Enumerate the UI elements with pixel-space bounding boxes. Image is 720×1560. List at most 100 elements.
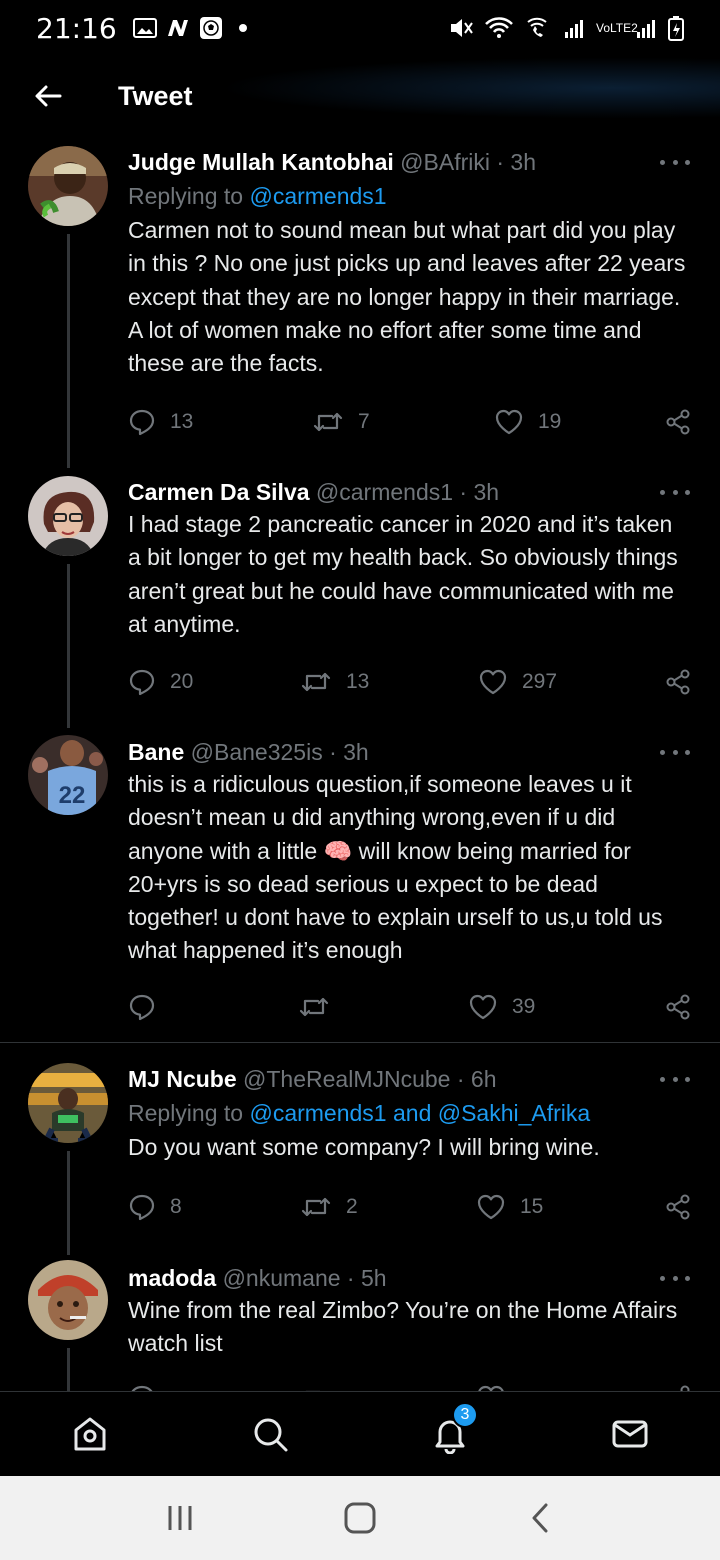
retweet-icon (313, 412, 343, 432)
page-title: Tweet (118, 80, 193, 111)
replying-prefix: Replying to (128, 183, 250, 209)
avatar[interactable] (28, 476, 108, 556)
reply-count: 20 (170, 670, 194, 693)
mute-icon (451, 19, 473, 37)
tweet-text: this is a ridiculous question,if someone… (128, 771, 663, 964)
retweet-button[interactable]: 7 (312, 410, 494, 434)
retweet-icon (301, 1197, 331, 1217)
volte-label: VoLTE2 (596, 21, 638, 35)
tweet-actions: 20 13 297 (128, 662, 694, 702)
author-handle[interactable]: @BAfriki · 3h (400, 149, 536, 175)
share-button[interactable] (664, 993, 692, 1021)
avatar[interactable]: 22 (28, 735, 108, 815)
tweet-text: Do you want some company? I will bring w… (128, 1134, 600, 1160)
home-icon (74, 1417, 106, 1451)
gallery-icon (132, 18, 157, 38)
heart-icon (495, 409, 523, 435)
like-count: 297 (522, 670, 558, 693)
share-icon (666, 994, 690, 1020)
recent-apps-button[interactable] (150, 1488, 210, 1548)
tweet-text: Wine from the real Zimbo? You’re on the … (128, 1297, 678, 1357)
share-button[interactable] (664, 668, 692, 696)
tweet-meta: Bane @Bane325is · 3h (128, 736, 690, 768)
reply-button[interactable]: 8 (128, 1193, 300, 1221)
system-back-button[interactable] (510, 1488, 570, 1548)
wifi-icon (485, 17, 513, 38)
share-icon (666, 1194, 690, 1220)
tweet-actions: 13 7 19 (128, 402, 694, 442)
home-button[interactable] (330, 1488, 390, 1548)
home-square-icon (344, 1502, 376, 1534)
like-button[interactable]: 15 (476, 1193, 664, 1221)
like-button[interactable]: 39 (468, 993, 664, 1021)
share-icon (680, 1385, 690, 1391)
status-left-icons (132, 16, 247, 40)
author-name[interactable]: MJ Ncube (128, 1066, 237, 1092)
reply-button[interactable] (128, 993, 298, 1021)
author-handle[interactable]: @Bane325is · 3h (191, 739, 369, 765)
replying-to-link[interactable]: @carmends1 (249, 183, 386, 209)
nav-notifications[interactable]: 3 (420, 1402, 480, 1464)
author-name[interactable]: Bane (128, 739, 184, 765)
tweet-3[interactable]: 22 Bane @Bane325is · 3h this is a ridicu… (0, 726, 720, 1042)
replying-to: Replying to @carmends1 and @Sakhi_Afrika (128, 1095, 690, 1131)
status-right-icons: VoLTE2 (448, 15, 684, 41)
avatar[interactable] (28, 146, 108, 226)
like-button[interactable] (476, 1384, 664, 1391)
signal-icon-2 (637, 20, 655, 38)
share-button[interactable] (664, 1193, 692, 1221)
like-button[interactable]: 19 (494, 408, 664, 436)
tweet-5[interactable]: madoda @nkumane · 5h Wine from the real … (0, 1250, 720, 1391)
back-button[interactable] (26, 74, 70, 118)
retweet-button[interactable]: 2 (300, 1195, 476, 1219)
retweet-button[interactable]: 13 (300, 670, 478, 694)
tweet-actions: 39 (128, 987, 694, 1027)
author-handle[interactable]: @TheRealMJNcube · 6h (243, 1066, 496, 1092)
tweet-actions: 8 2 15 (128, 1187, 694, 1227)
reply-button[interactable]: 20 (128, 668, 300, 696)
author-handle[interactable]: @nkumane · 5h (223, 1265, 387, 1291)
reply-button[interactable] (128, 1384, 300, 1391)
like-count: 15 (520, 1195, 544, 1218)
tweet-body: MJ Ncube @TheRealMJNcube · 6h Replying t… (128, 1063, 690, 1164)
reply-icon (129, 669, 155, 696)
reply-icon (129, 994, 155, 1021)
tweet-text: Carmen not to sound mean but what part d… (128, 217, 686, 377)
more-options-button[interactable] (660, 1069, 690, 1089)
tweet-meta: Judge Mullah Kantobhai @BAfriki · 3h (128, 146, 690, 178)
heart-icon (479, 669, 507, 695)
author-name[interactable]: madoda (128, 1265, 216, 1291)
like-button[interactable]: 297 (478, 668, 664, 696)
tweet-actions (128, 1378, 694, 1391)
share-icon (666, 409, 690, 435)
avatar[interactable] (28, 1260, 108, 1340)
search-icon (254, 1418, 288, 1452)
more-options-button[interactable] (660, 482, 690, 502)
retweet-button[interactable] (298, 995, 468, 1019)
avatar[interactable] (28, 1063, 108, 1143)
nav-messages[interactable] (600, 1404, 660, 1464)
replying-to-link[interactable]: @carmends1 and @Sakhi_Afrika (249, 1100, 590, 1126)
more-options-button[interactable] (660, 1268, 690, 1288)
tweet-1[interactable]: Judge Mullah Kantobhai @BAfriki · 3h Rep… (0, 136, 720, 468)
status-bar: 21:16 VoLTE2 (0, 0, 720, 56)
share-button[interactable] (664, 1384, 692, 1391)
nav-home[interactable] (60, 1404, 120, 1464)
recent-apps-icon (168, 1506, 192, 1530)
heart-icon (478, 1385, 504, 1391)
tweet-body: Judge Mullah Kantobhai @BAfriki · 3h Rep… (128, 146, 690, 380)
heart-icon (469, 994, 497, 1020)
reply-button[interactable]: 13 (128, 408, 312, 436)
app-header: Tweet (0, 56, 720, 136)
author-name[interactable]: Judge Mullah Kantobhai (128, 149, 394, 175)
like-count: 39 (512, 995, 536, 1018)
author-name[interactable]: Carmen Da Silva (128, 479, 310, 505)
share-button[interactable] (664, 408, 692, 436)
tweet-body: Carmen Da Silva @carmends1 · 3h I had st… (128, 476, 690, 641)
tweet-2[interactable]: Carmen Da Silva @carmends1 · 3h I had st… (0, 466, 720, 728)
more-options-button[interactable] (660, 152, 690, 172)
tweet-4[interactable]: MJ Ncube @TheRealMJNcube · 6h Replying t… (0, 1053, 720, 1255)
nav-search[interactable] (240, 1404, 300, 1464)
author-handle[interactable]: @carmends1 · 3h (316, 479, 499, 505)
more-options-button[interactable] (660, 742, 690, 762)
